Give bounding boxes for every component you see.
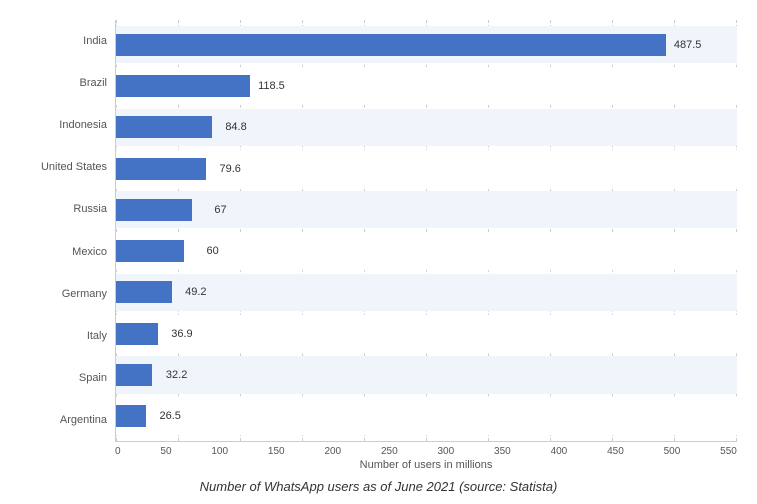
bar-row: 118.5 xyxy=(116,67,737,104)
x-axis: 0 50 100 150 200 250 300 350 400 450 500 550 xyxy=(115,442,737,457)
bar-value-label: 67 xyxy=(214,204,226,216)
bar-row: 49.2 xyxy=(116,274,737,311)
bar-value-label: 118.5 xyxy=(258,80,285,92)
x-tick: 250 xyxy=(381,446,398,457)
x-tick: 200 xyxy=(324,446,341,457)
bar: 60 xyxy=(116,240,184,262)
y-label: Argentina xyxy=(20,415,107,426)
x-tick: 100 xyxy=(211,446,228,457)
y-label: Spain xyxy=(20,373,107,384)
y-label: Indonesia xyxy=(20,120,107,131)
bar: 26.5 xyxy=(116,405,146,427)
bar-value-label: 32.2 xyxy=(166,369,187,381)
bar: 36.9 xyxy=(116,323,158,345)
y-label: Italy xyxy=(20,331,107,342)
bar-value-label: 487.5 xyxy=(674,39,702,51)
bar-row: 32.2 xyxy=(116,356,737,393)
bar: 67 xyxy=(116,199,192,221)
x-tick: 500 xyxy=(664,446,681,457)
bar: 84.8 xyxy=(116,116,212,138)
bar-value-label: 26.5 xyxy=(159,410,180,422)
bar-row: 84.8 xyxy=(116,109,737,146)
bar: 32.2 xyxy=(116,364,152,386)
chart-area: India Brazil Indonesia United States Russia M… xyxy=(20,20,737,442)
x-tick: 150 xyxy=(268,446,285,457)
x-tick: 550 xyxy=(720,446,737,457)
bar-value-label: 36.9 xyxy=(171,328,192,340)
chart-title: Number of WhatsApp users as of June 2021… xyxy=(20,479,737,494)
x-tick: 350 xyxy=(494,446,511,457)
chart-container: India Brazil Indonesia United States Russia M… xyxy=(20,20,737,494)
bar-value-label: 49.2 xyxy=(185,286,206,298)
y-axis-labels: India Brazil Indonesia United States Russia M… xyxy=(20,20,115,442)
x-tick: 0 xyxy=(115,446,121,457)
bar-row: 26.5 xyxy=(116,398,737,435)
bar-row: 487.5 xyxy=(116,26,737,63)
y-label: India xyxy=(20,36,107,47)
bar-row: 60 xyxy=(116,232,737,269)
y-label: Russia xyxy=(20,204,107,215)
y-label: Brazil xyxy=(20,78,107,89)
bar: 79.6 xyxy=(116,158,206,180)
bar: 118.5 xyxy=(116,75,250,97)
y-label: Germany xyxy=(20,289,107,300)
bar-row: 36.9 xyxy=(116,315,737,352)
bar: 49.2 xyxy=(116,281,172,303)
bars-container: 487.5 118.5 84.8 79.6 67 60 49.2 36.9 32.2 26.5 xyxy=(116,20,737,441)
x-tick: 50 xyxy=(160,446,171,457)
bar-value-label: 60 xyxy=(206,245,218,257)
bar-row: 67 xyxy=(116,191,737,228)
x-axis-title: Number of users in millions xyxy=(115,459,737,471)
x-tick: 400 xyxy=(551,446,568,457)
x-tick: 300 xyxy=(438,446,455,457)
plot-area: 487.5 118.5 84.8 79.6 67 60 49.2 36.9 32.2 26.5 xyxy=(115,20,737,442)
y-label: Mexico xyxy=(20,247,107,258)
x-tick: 450 xyxy=(607,446,624,457)
bar-value-label: 84.8 xyxy=(225,121,246,133)
y-label: United States xyxy=(20,162,107,173)
bar-row: 79.6 xyxy=(116,150,737,187)
bar: 487.5 xyxy=(116,34,666,56)
bar-value-label: 79.6 xyxy=(219,163,240,175)
